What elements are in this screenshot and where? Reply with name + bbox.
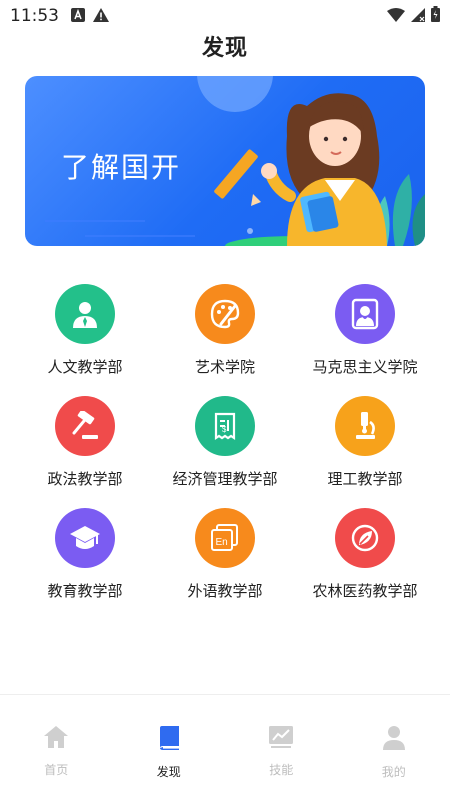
category-item-law[interactable]: 政法教学部 [15, 396, 155, 508]
graduation-cap-icon [55, 508, 115, 568]
svg-text:En: En [216, 537, 228, 548]
banner-text: 了解国开 [61, 151, 182, 184]
tab-mine[interactable]: 我的 [338, 695, 450, 800]
gavel-icon [55, 396, 115, 456]
tab-label: 技能 [269, 763, 294, 777]
category-item-economics[interactable]: $ 经济管理教学部 [155, 396, 295, 508]
category-label: 教育教学部 [47, 582, 123, 600]
english-book-icon: En [195, 508, 255, 568]
category-item-foreign-language[interactable]: En 外语教学部 [155, 508, 295, 620]
category-label: 理工教学部 [327, 470, 403, 488]
category-item-education[interactable]: 教育教学部 [15, 508, 155, 620]
tab-home[interactable]: 首页 [0, 695, 113, 800]
signal-icon [411, 7, 425, 26]
status-time: 11:53 [10, 6, 59, 26]
category-grid: 人文教学部 艺术学院 马克思主义学院 政法教学部 $ 经济管理教学部 理工教学部 [15, 284, 435, 620]
tab-label: 我的 [381, 765, 406, 779]
tab-skills[interactable]: 技能 [225, 695, 338, 800]
category-label: 人文教学部 [47, 358, 123, 376]
leaf-icon [335, 508, 395, 568]
battery-icon [431, 6, 440, 26]
tab-discover[interactable]: 发现 [113, 695, 226, 800]
category-label: 马克思主义学院 [312, 358, 418, 376]
book-icon [157, 725, 181, 755]
banner[interactable]: 了解国开 [25, 76, 425, 246]
person-icon [55, 284, 115, 344]
home-icon [43, 725, 69, 753]
category-label: 政法教学部 [47, 470, 123, 488]
portrait-icon [335, 284, 395, 344]
category-item-art[interactable]: 艺术学院 [155, 284, 295, 396]
category-item-humanities[interactable]: 人文教学部 [15, 284, 155, 396]
status-bar: 11:53 [0, 0, 450, 32]
category-item-marxism[interactable]: 马克思主义学院 [295, 284, 435, 396]
bottom-tab-bar: 首页 发现 技能 我的 [0, 694, 450, 800]
category-label: 经济管理教学部 [172, 470, 278, 488]
receipt-icon: $ [195, 396, 255, 456]
notification-a-icon [71, 7, 85, 26]
microscope-icon [335, 396, 395, 456]
category-label: 艺术学院 [194, 358, 255, 376]
svg-text:$: $ [222, 425, 227, 434]
category-item-agriculture-medicine[interactable]: 农林医药教学部 [295, 508, 435, 620]
tab-label: 发现 [156, 765, 181, 779]
palette-icon [195, 284, 255, 344]
chart-icon [268, 725, 294, 753]
warning-icon [93, 7, 109, 26]
user-icon [382, 725, 406, 755]
category-item-science[interactable]: 理工教学部 [295, 396, 435, 508]
category-label: 农林医药教学部 [312, 582, 418, 600]
wifi-icon [387, 7, 405, 26]
category-label: 外语教学部 [187, 582, 263, 600]
tab-label: 首页 [44, 763, 69, 777]
page-title: 发现 [201, 36, 248, 61]
